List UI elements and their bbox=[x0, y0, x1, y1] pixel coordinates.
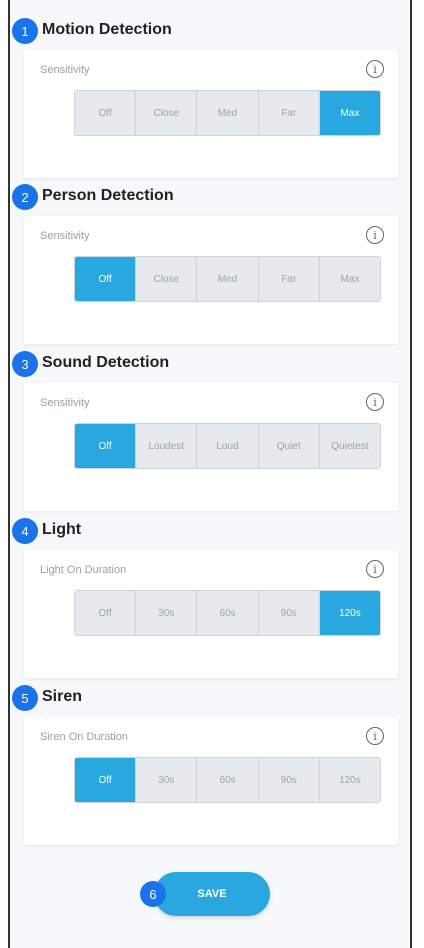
option-max[interactable]: Max bbox=[319, 91, 380, 135]
info-icon[interactable]: i bbox=[366, 226, 384, 244]
option-loudest[interactable]: Loudest bbox=[136, 424, 198, 468]
option-90s[interactable]: 90s bbox=[258, 758, 320, 802]
option-max[interactable]: Max bbox=[319, 257, 380, 301]
option-30s[interactable]: 30s bbox=[136, 758, 198, 802]
duration-segmented-control: Off 30s 60s 90s 120s bbox=[74, 590, 381, 636]
save-area: 6 SAVE bbox=[140, 872, 270, 916]
option-90s[interactable]: 90s bbox=[258, 591, 320, 635]
option-120s[interactable]: 120s bbox=[319, 591, 380, 635]
info-icon[interactable]: i bbox=[366, 60, 384, 78]
section-header: 2 Person Detection bbox=[8, 180, 412, 214]
settings-card: Sensitivity i Off Loudest Loud Quiet Qui… bbox=[24, 383, 398, 511]
option-30s[interactable]: 30s bbox=[136, 591, 198, 635]
setting-label: Sensitivity bbox=[40, 64, 90, 76]
section-title: Motion Detection bbox=[42, 21, 172, 38]
option-60s[interactable]: 60s bbox=[197, 591, 259, 635]
option-far[interactable]: Far bbox=[258, 257, 320, 301]
option-quietest[interactable]: Quietest bbox=[319, 424, 380, 468]
setting-label: Siren On Duration bbox=[40, 731, 129, 743]
setting-label: Sensitivity bbox=[40, 230, 90, 242]
settings-card: Sensitivity i Off Close Med Far Max bbox=[24, 50, 398, 178]
option-60s[interactable]: 60s bbox=[197, 758, 259, 802]
settings-card: Light On Duration i Off 30s 60s 90s 120s bbox=[24, 550, 398, 678]
info-icon[interactable]: i bbox=[366, 393, 384, 411]
section-header: 3 Sound Detection bbox=[8, 347, 412, 381]
step-number-badge: 4 bbox=[12, 518, 38, 544]
section-header: 4 Light bbox=[8, 514, 412, 548]
option-off[interactable]: Off bbox=[75, 424, 137, 468]
step-number-badge: 5 bbox=[12, 685, 38, 711]
option-med[interactable]: Med bbox=[197, 257, 259, 301]
settings-card: Sensitivity i Off Close Med Far Max bbox=[24, 216, 398, 344]
sensitivity-segmented-control: Off Close Med Far Max bbox=[74, 90, 381, 136]
setting-label: Sensitivity bbox=[40, 397, 90, 409]
section-title: Siren bbox=[42, 688, 83, 705]
setting-label: Light On Duration bbox=[40, 564, 127, 576]
info-icon[interactable]: i bbox=[366, 560, 384, 578]
option-close[interactable]: Close bbox=[136, 257, 198, 301]
sensitivity-segmented-control: Off Close Med Far Max bbox=[74, 256, 381, 302]
info-icon[interactable]: i bbox=[366, 727, 384, 745]
step-number-badge: 1 bbox=[12, 18, 38, 44]
section-title: Light bbox=[42, 521, 82, 538]
option-med[interactable]: Med bbox=[197, 91, 259, 135]
option-far[interactable]: Far bbox=[258, 91, 320, 135]
option-quiet[interactable]: Quiet bbox=[258, 424, 320, 468]
section-title: Sound Detection bbox=[42, 354, 170, 371]
option-off[interactable]: Off bbox=[75, 591, 137, 635]
option-close[interactable]: Close bbox=[136, 91, 198, 135]
step-number-badge: 3 bbox=[12, 351, 38, 377]
option-120s[interactable]: 120s bbox=[319, 758, 380, 802]
step-number-badge: 6 bbox=[140, 881, 166, 907]
settings-card: Siren On Duration i Off 30s 60s 90s 120s bbox=[24, 717, 398, 845]
section-header: 5 Siren bbox=[8, 681, 412, 715]
step-number-badge: 2 bbox=[12, 184, 38, 210]
sensitivity-segmented-control: Off Loudest Loud Quiet Quietest bbox=[74, 423, 381, 469]
option-off[interactable]: Off bbox=[75, 91, 137, 135]
option-loud[interactable]: Loud bbox=[197, 424, 259, 468]
duration-segmented-control: Off 30s 60s 90s 120s bbox=[74, 757, 381, 803]
save-button[interactable]: SAVE bbox=[154, 872, 270, 916]
option-off[interactable]: Off bbox=[75, 257, 137, 301]
option-off[interactable]: Off bbox=[75, 758, 137, 802]
section-title: Person Detection bbox=[42, 187, 174, 204]
section-header: 1 Motion Detection bbox=[8, 14, 412, 48]
